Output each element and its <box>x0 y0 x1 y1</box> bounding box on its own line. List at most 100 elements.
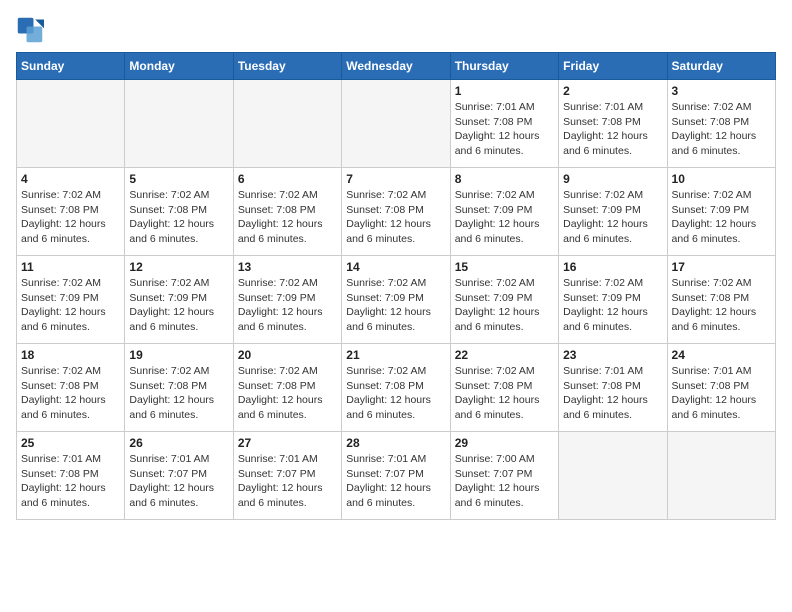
day-number: 4 <box>21 172 120 186</box>
calendar-week-3: 11 Sunrise: 7:02 AMSunset: 7:09 PMDayligh… <box>17 256 776 344</box>
weekday-header-thursday: Thursday <box>450 53 558 80</box>
calendar-header-row: SundayMondayTuesdayWednesdayThursdayFrid… <box>17 53 776 80</box>
day-info: Sunrise: 7:02 AMSunset: 7:08 PMDaylight:… <box>346 188 445 247</box>
calendar-cell <box>125 80 233 168</box>
calendar-cell <box>559 432 667 520</box>
calendar-cell: 22 Sunrise: 7:02 AMSunset: 7:08 PMDayligh… <box>450 344 558 432</box>
day-info: Sunrise: 7:02 AMSunset: 7:08 PMDaylight:… <box>672 100 771 159</box>
day-info: Sunrise: 7:01 AMSunset: 7:07 PMDaylight:… <box>129 452 228 511</box>
calendar-cell: 2 Sunrise: 7:01 AMSunset: 7:08 PMDaylight… <box>559 80 667 168</box>
day-info: Sunrise: 7:01 AMSunset: 7:07 PMDaylight:… <box>238 452 337 511</box>
calendar-cell: 18 Sunrise: 7:02 AMSunset: 7:08 PMDayligh… <box>17 344 125 432</box>
page-header <box>16 16 776 44</box>
calendar-week-4: 18 Sunrise: 7:02 AMSunset: 7:08 PMDayligh… <box>17 344 776 432</box>
calendar-cell: 16 Sunrise: 7:02 AMSunset: 7:09 PMDayligh… <box>559 256 667 344</box>
day-number: 24 <box>672 348 771 362</box>
weekday-header-monday: Monday <box>125 53 233 80</box>
calendar-cell: 26Sunrise: 7:01 AMSunset: 7:07 PMDayligh… <box>125 432 233 520</box>
day-info: Sunrise: 7:02 AMSunset: 7:08 PMDaylight:… <box>21 364 120 423</box>
day-info: Sunrise: 7:02 AMSunset: 7:08 PMDaylight:… <box>238 364 337 423</box>
day-number: 12 <box>129 260 228 274</box>
day-info: Sunrise: 7:02 AMSunset: 7:08 PMDaylight:… <box>672 276 771 335</box>
day-info: Sunrise: 7:01 AMSunset: 7:08 PMDaylight:… <box>672 364 771 423</box>
day-info: Sunrise: 7:02 AMSunset: 7:09 PMDaylight:… <box>129 276 228 335</box>
day-info: Sunrise: 7:02 AMSunset: 7:09 PMDaylight:… <box>672 188 771 247</box>
day-number: 25 <box>21 436 120 450</box>
day-info: Sunrise: 7:01 AMSunset: 7:08 PMDaylight:… <box>21 452 120 511</box>
day-number: 11 <box>21 260 120 274</box>
calendar-table: SundayMondayTuesdayWednesdayThursdayFrid… <box>16 52 776 520</box>
weekday-header-wednesday: Wednesday <box>342 53 450 80</box>
calendar-week-5: 25 Sunrise: 7:01 AMSunset: 7:08 PMDayligh… <box>17 432 776 520</box>
day-number: 15 <box>455 260 554 274</box>
day-info: Sunrise: 7:02 AMSunset: 7:09 PMDaylight:… <box>563 276 662 335</box>
weekday-header-sunday: Sunday <box>17 53 125 80</box>
day-number: 29 <box>455 436 554 450</box>
calendar-cell: 11 Sunrise: 7:02 AMSunset: 7:09 PMDayligh… <box>17 256 125 344</box>
day-info: Sunrise: 7:02 AMSunset: 7:08 PMDaylight:… <box>129 188 228 247</box>
calendar-cell: 21 Sunrise: 7:02 AMSunset: 7:08 PMDayligh… <box>342 344 450 432</box>
calendar-cell: 24 Sunrise: 7:01 AMSunset: 7:08 PMDayligh… <box>667 344 775 432</box>
calendar-cell <box>233 80 341 168</box>
logo-icon <box>16 16 44 44</box>
calendar-cell: 29 Sunrise: 7:00 AMSunset: 7:07 PMDayligh… <box>450 432 558 520</box>
day-info: Sunrise: 7:02 AMSunset: 7:08 PMDaylight:… <box>346 364 445 423</box>
calendar-cell: 10 Sunrise: 7:02 AMSunset: 7:09 PMDayligh… <box>667 168 775 256</box>
weekday-header-friday: Friday <box>559 53 667 80</box>
calendar-cell <box>17 80 125 168</box>
day-number: 22 <box>455 348 554 362</box>
calendar-cell: 15 Sunrise: 7:02 AMSunset: 7:09 PMDayligh… <box>450 256 558 344</box>
day-info: Sunrise: 7:02 AMSunset: 7:09 PMDaylight:… <box>455 276 554 335</box>
day-info: Sunrise: 7:02 AMSunset: 7:09 PMDaylight:… <box>455 188 554 247</box>
day-info: Sunrise: 7:02 AMSunset: 7:08 PMDaylight:… <box>455 364 554 423</box>
calendar-cell: 17 Sunrise: 7:02 AMSunset: 7:08 PMDayligh… <box>667 256 775 344</box>
day-number: 19 <box>129 348 228 362</box>
day-number: 14 <box>346 260 445 274</box>
calendar-cell: 6 Sunrise: 7:02 AMSunset: 7:08 PMDaylight… <box>233 168 341 256</box>
day-number: 1 <box>455 84 554 98</box>
day-info: Sunrise: 7:01 AMSunset: 7:08 PMDaylight:… <box>563 100 662 159</box>
calendar-cell: 12 Sunrise: 7:02 AMSunset: 7:09 PMDayligh… <box>125 256 233 344</box>
day-info: Sunrise: 7:02 AMSunset: 7:08 PMDaylight:… <box>129 364 228 423</box>
day-info: Sunrise: 7:02 AMSunset: 7:08 PMDaylight:… <box>238 188 337 247</box>
day-number: 28 <box>346 436 445 450</box>
weekday-header-tuesday: Tuesday <box>233 53 341 80</box>
day-number: 8 <box>455 172 554 186</box>
day-number: 7 <box>346 172 445 186</box>
calendar-cell: 5 Sunrise: 7:02 AMSunset: 7:08 PMDaylight… <box>125 168 233 256</box>
calendar-cell: 13Sunrise: 7:02 AMSunset: 7:09 PMDayligh… <box>233 256 341 344</box>
day-number: 9 <box>563 172 662 186</box>
logo <box>16 16 48 44</box>
calendar-cell: 19 Sunrise: 7:02 AMSunset: 7:08 PMDayligh… <box>125 344 233 432</box>
day-info: Sunrise: 7:01 AMSunset: 7:08 PMDaylight:… <box>455 100 554 159</box>
calendar-cell: 14 Sunrise: 7:02 AMSunset: 7:09 PMDayligh… <box>342 256 450 344</box>
day-number: 2 <box>563 84 662 98</box>
day-info: Sunrise: 7:02 AMSunset: 7:09 PMDaylight:… <box>346 276 445 335</box>
calendar-cell <box>667 432 775 520</box>
day-number: 10 <box>672 172 771 186</box>
calendar-cell: 3 Sunrise: 7:02 AMSunset: 7:08 PMDaylight… <box>667 80 775 168</box>
day-info: Sunrise: 7:02 AMSunset: 7:09 PMDaylight:… <box>238 276 337 335</box>
calendar-cell: 28 Sunrise: 7:01 AMSunset: 7:07 PMDayligh… <box>342 432 450 520</box>
calendar-cell: 23Sunrise: 7:01 AMSunset: 7:08 PMDayligh… <box>559 344 667 432</box>
day-number: 16 <box>563 260 662 274</box>
day-number: 18 <box>21 348 120 362</box>
day-number: 21 <box>346 348 445 362</box>
day-info: Sunrise: 7:01 AMSunset: 7:08 PMDaylight:… <box>563 364 662 423</box>
weekday-header-saturday: Saturday <box>667 53 775 80</box>
calendar-cell: 1 Sunrise: 7:01 AMSunset: 7:08 PMDaylight… <box>450 80 558 168</box>
day-info: Sunrise: 7:01 AMSunset: 7:07 PMDaylight:… <box>346 452 445 511</box>
calendar-cell: 27Sunrise: 7:01 AMSunset: 7:07 PMDayligh… <box>233 432 341 520</box>
day-number: 6 <box>238 172 337 186</box>
day-number: 17 <box>672 260 771 274</box>
day-number: 5 <box>129 172 228 186</box>
calendar-cell: 25 Sunrise: 7:01 AMSunset: 7:08 PMDayligh… <box>17 432 125 520</box>
day-info: Sunrise: 7:00 AMSunset: 7:07 PMDaylight:… <box>455 452 554 511</box>
day-number: 3 <box>672 84 771 98</box>
day-info: Sunrise: 7:02 AMSunset: 7:09 PMDaylight:… <box>21 276 120 335</box>
day-info: Sunrise: 7:02 AMSunset: 7:09 PMDaylight:… <box>563 188 662 247</box>
calendar-week-2: 4 Sunrise: 7:02 AMSunset: 7:08 PMDaylight… <box>17 168 776 256</box>
day-info: Sunrise: 7:02 AMSunset: 7:08 PMDaylight:… <box>21 188 120 247</box>
calendar-cell: 4 Sunrise: 7:02 AMSunset: 7:08 PMDaylight… <box>17 168 125 256</box>
calendar-cell: 7 Sunrise: 7:02 AMSunset: 7:08 PMDaylight… <box>342 168 450 256</box>
